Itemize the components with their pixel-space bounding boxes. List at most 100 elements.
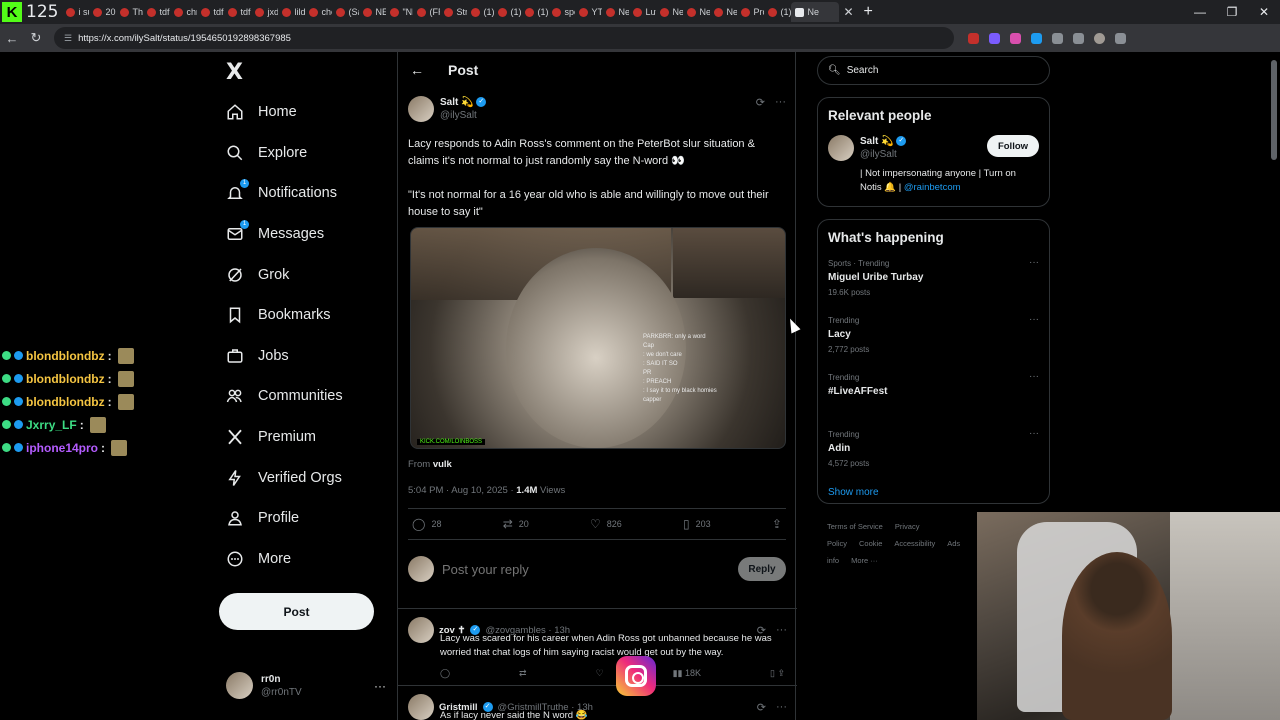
show-more-link[interactable]: Show more: [828, 487, 1039, 498]
sidebar-item-more[interactable]: More: [226, 539, 343, 580]
browser-tab[interactable]: tdf: [143, 2, 170, 22]
grok-icon[interactable]: ⟳: [756, 96, 765, 109]
new-tab-button[interactable]: +: [864, 3, 873, 21]
more-dots-icon[interactable]: ···: [1029, 257, 1039, 314]
browser-tab[interactable]: "NE: [386, 2, 413, 22]
bookmark-action[interactable]: ▯ 203: [683, 517, 711, 531]
browser-tab[interactable]: Ne: [710, 2, 737, 22]
browser-tab[interactable]: Ne: [656, 2, 683, 22]
browser-tab[interactable]: The: [116, 2, 143, 22]
scrollbar[interactable]: [1271, 60, 1277, 160]
trend-item[interactable]: Trending Adin 4,572 posts ···: [828, 428, 1039, 485]
more-dots-icon[interactable]: ···: [776, 624, 787, 637]
reply-post[interactable]: zov ✝ ✓ @zovgambles · 13h ⟳ ··· Lacy was scar…: [398, 608, 797, 688]
reply-action[interactable]: ◯ 28: [412, 517, 441, 531]
extension-icon[interactable]: [1031, 32, 1042, 44]
extension-icon[interactable]: [1010, 32, 1021, 44]
avatar[interactable]: [828, 135, 854, 161]
more-dots-icon[interactable]: ···: [1029, 314, 1039, 371]
x-logo[interactable]: X: [226, 60, 243, 85]
more-dots-icon[interactable]: ···: [1029, 428, 1039, 485]
post-button[interactable]: Post: [219, 593, 374, 630]
more-dots-icon[interactable]: ···: [374, 679, 386, 693]
back-arrow-icon[interactable]: ←: [410, 62, 424, 78]
post-video[interactable]: PARKBRR: only a word Cap: we don't care: …: [410, 227, 786, 449]
browser-tab[interactable]: (1): [467, 2, 494, 22]
browser-tab[interactable]: (FR: [413, 2, 440, 22]
back-icon[interactable]: ←: [0, 31, 24, 46]
follow-button[interactable]: Follow: [987, 135, 1039, 157]
sidebar-item-communities[interactable]: Communities: [226, 376, 343, 417]
browser-tab[interactable]: (Sa: [332, 2, 359, 22]
reload-icon[interactable]: ↻: [24, 30, 48, 46]
repost-action[interactable]: ⇄ 20: [503, 517, 529, 531]
active-tab[interactable]: Ne: [791, 2, 840, 22]
author-handle[interactable]: @ilySalt: [440, 109, 486, 122]
browser-tab[interactable]: Stre: [440, 2, 467, 22]
more-dots-icon[interactable]: ···: [776, 701, 787, 714]
like-action[interactable]: ♡ 826: [590, 517, 622, 531]
browser-tab[interactable]: NE: [359, 2, 386, 22]
browser-tab[interactable]: jxdc: [251, 2, 278, 22]
browser-tab[interactable]: YTh: [575, 2, 602, 22]
profile-avatar-icon[interactable]: [1094, 32, 1105, 44]
browser-tab[interactable]: spe: [548, 2, 575, 22]
footer-link[interactable]: Cookie: [859, 539, 882, 548]
browser-tab[interactable]: Luv: [629, 2, 656, 22]
search-box[interactable]: 🔍︎: [817, 56, 1050, 85]
avatar[interactable]: [408, 96, 434, 122]
browser-tab[interactable]: Ne: [602, 2, 629, 22]
reply-button[interactable]: Reply: [738, 557, 786, 581]
browser-tab[interactable]: che: [305, 2, 332, 22]
close-window-button[interactable]: ✕: [1248, 0, 1280, 24]
sidebar-item-grok[interactable]: Grok: [226, 254, 343, 295]
extensions-puzzle-icon[interactable]: [1052, 32, 1063, 44]
browser-tab[interactable]: (1): [521, 2, 548, 22]
sidebar-item-bookmarks[interactable]: Bookmarks: [226, 295, 343, 336]
sidebar-item-premium[interactable]: Premium: [226, 417, 343, 458]
repost-icon[interactable]: ⇄: [519, 666, 527, 680]
search-input[interactable]: [846, 65, 1037, 76]
relevant-person[interactable]: Salt 💫 ✓ @ilySalt Follow: [828, 135, 1039, 161]
bookmark-icon[interactable]: ▯ ⇪: [770, 666, 785, 680]
site-info-icon[interactable]: ☰: [64, 33, 72, 44]
sidebar-item-profile[interactable]: Profile: [226, 498, 343, 539]
person-name[interactable]: Salt 💫: [860, 136, 894, 147]
more-dots-icon[interactable]: ···: [1029, 371, 1039, 428]
browser-tab[interactable]: (1): [494, 2, 521, 22]
account-switcher[interactable]: rr0n @rr0nTV ···: [226, 672, 386, 699]
grok-icon[interactable]: ⟳: [757, 701, 766, 714]
sidebar-item-verified-orgs[interactable]: Verified Orgs: [226, 457, 343, 498]
person-handle[interactable]: @ilySalt: [860, 148, 906, 161]
sidebar-item-home[interactable]: Home: [226, 92, 343, 133]
author-name[interactable]: Salt 💫: [440, 97, 474, 108]
minimize-button[interactable]: —: [1184, 0, 1216, 24]
avatar[interactable]: [408, 694, 434, 720]
menu-icon[interactable]: [1115, 32, 1126, 44]
browser-tab[interactable]: tdf: [224, 2, 251, 22]
share-action[interactable]: ⇪: [772, 517, 782, 531]
bio-link[interactable]: @rainbetcom: [904, 182, 961, 193]
trend-item[interactable]: Trending Lacy 2,772 posts ···: [828, 314, 1039, 371]
browser-tab[interactable]: Pro: [737, 2, 764, 22]
avatar[interactable]: [408, 617, 434, 643]
browser-tab[interactable]: tdf: [197, 2, 224, 22]
trend-item[interactable]: Sports · Trending Miguel Uribe Turbay 19.6…: [828, 257, 1039, 314]
favorites-icon[interactable]: [1073, 32, 1084, 44]
sidebar-item-jobs[interactable]: Jobs: [226, 336, 343, 377]
browser-tab[interactable]: 201: [89, 2, 116, 22]
extension-icon[interactable]: [989, 32, 1000, 44]
heart-icon[interactable]: ♡: [596, 666, 604, 680]
footer-link[interactable]: Terms of Service: [827, 522, 883, 531]
sidebar-item-notifications[interactable]: 1 Notifications: [226, 173, 343, 214]
browser-tab[interactable]: Ne: [683, 2, 710, 22]
browser-tab[interactable]: i su: [62, 2, 89, 22]
trend-item[interactable]: Trending #LiveAFFest ···: [828, 371, 1039, 428]
extension-icon[interactable]: [968, 32, 979, 44]
url-field[interactable]: ☰ https://x.com/ilySalt/status/195465019…: [54, 27, 954, 49]
more-dots-icon[interactable]: ···: [775, 96, 786, 109]
sidebar-item-explore[interactable]: Explore: [226, 133, 343, 174]
browser-tab[interactable]: lildr: [278, 2, 305, 22]
reply-icon[interactable]: ◯: [440, 666, 450, 680]
reply-post[interactable]: Gristmill ✓ @GristmillTruthe · 13h ⟳ ··· As i…: [398, 685, 797, 720]
